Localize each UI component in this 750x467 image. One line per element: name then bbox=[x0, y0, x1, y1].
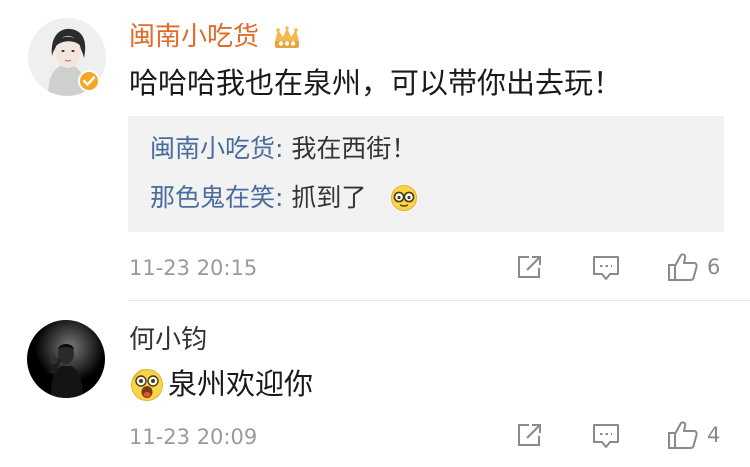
reply-line: 闽南小吃货: 我在西街！ bbox=[150, 134, 416, 164]
comment-divider bbox=[128, 300, 750, 301]
shocked-face-emoji bbox=[131, 369, 163, 401]
share-button[interactable] bbox=[516, 254, 544, 280]
verified-badge-icon bbox=[78, 70, 100, 92]
reply-author[interactable]: 那色鬼在笑 bbox=[150, 183, 275, 212]
share-icon bbox=[518, 256, 541, 278]
reply-text: 我在西街！ bbox=[291, 134, 417, 163]
comment-timestamp: 11-23 20:15 bbox=[129, 256, 258, 280]
reply-preview-box[interactable]: 闽南小吃货: 我在西街！ 那色鬼在笑: 抓到了 bbox=[128, 116, 724, 232]
like-count: 4 bbox=[707, 423, 721, 447]
glasses-face-emoji bbox=[391, 185, 417, 211]
comment-icon bbox=[593, 256, 619, 280]
reply-line: 那色鬼在笑: 抓到了 bbox=[150, 183, 366, 213]
like-count: 6 bbox=[707, 255, 721, 279]
like-button[interactable]: 6 bbox=[667, 252, 720, 282]
reply-separator: : bbox=[275, 183, 292, 212]
comment-text: 泉州欢迎你 bbox=[168, 367, 314, 401]
comment-timestamp: 11-23 20:09 bbox=[129, 425, 258, 449]
reply-button[interactable] bbox=[591, 254, 621, 282]
share-button[interactable] bbox=[516, 422, 544, 448]
username[interactable]: 何小钧 bbox=[129, 325, 207, 355]
avatar[interactable] bbox=[27, 320, 105, 398]
comment-text: 哈哈哈我也在泉州，可以带你出去玩！ bbox=[129, 66, 623, 100]
reply-text: 抓到了 bbox=[291, 183, 367, 212]
vip-crown-icon bbox=[273, 26, 301, 50]
thumbs-up-icon bbox=[668, 253, 698, 281]
share-icon bbox=[518, 424, 541, 446]
reply-author[interactable]: 闽南小吃货 bbox=[150, 134, 275, 163]
comment-thread: 闽南小吃货 哈哈哈我也在泉州，可以带你出去玩！ 闽南小吃货: 我在西街！ 那色鬼… bbox=[0, 0, 750, 467]
avatar-image bbox=[27, 320, 105, 398]
like-button[interactable]: 4 bbox=[667, 420, 720, 450]
username[interactable]: 闽南小吃货 bbox=[129, 22, 259, 52]
reply-separator: : bbox=[275, 134, 292, 163]
thumbs-up-icon bbox=[668, 421, 698, 449]
reply-button[interactable] bbox=[591, 422, 621, 450]
comment-icon bbox=[593, 424, 619, 448]
